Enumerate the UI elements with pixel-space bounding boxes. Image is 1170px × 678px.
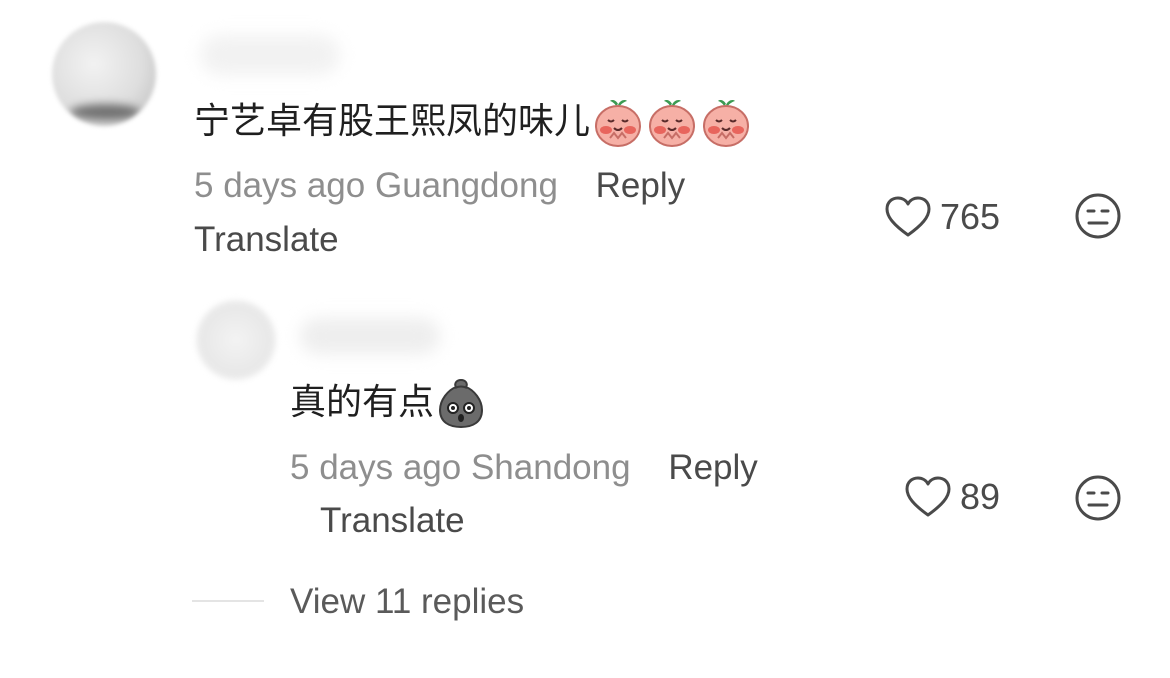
comment-text: 宁艺卓有股王熙凤的味儿 — [194, 96, 752, 148]
replier-username[interactable] — [300, 318, 440, 354]
replier-avatar[interactable] — [196, 300, 276, 380]
blushing-peach-icon — [649, 100, 696, 147]
reply-button[interactable]: Reply — [596, 166, 685, 205]
heart-icon — [905, 476, 951, 517]
dislike-face-icon[interactable] — [1074, 474, 1122, 522]
reply-translate-button[interactable]: Translate — [320, 501, 465, 541]
commenter-username[interactable] — [200, 35, 340, 75]
commenter-avatar[interactable] — [52, 22, 156, 126]
reply-like-button[interactable]: 89 — [904, 475, 1000, 519]
reply-like-count: 89 — [960, 476, 1001, 517]
view-replies-button[interactable]: View 11 replies — [290, 582, 524, 622]
like-button[interactable]: 765 — [884, 195, 1000, 239]
comment-meta: 5 days ago Guangdong Reply — [194, 166, 685, 206]
replies-divider — [192, 600, 264, 602]
reply-text: 真的有点 — [290, 376, 488, 430]
reply-to-reply-button[interactable]: Reply — [668, 448, 757, 487]
blushing-peach-icon — [595, 100, 642, 147]
translate-button[interactable]: Translate — [194, 220, 339, 260]
comment-timestamp-location: 5 days ago Guangdong — [194, 166, 558, 205]
shocked-bag-icon — [439, 378, 484, 429]
reply-meta: 5 days ago Shandong Reply — [290, 448, 758, 488]
dislike-face-icon[interactable] — [1074, 192, 1122, 240]
reply-body: 真的有点 — [290, 382, 435, 423]
comment-body: 宁艺卓有股王熙凤的味儿 — [194, 101, 591, 142]
reply-timestamp-location: 5 days ago Shandong — [290, 448, 631, 487]
blushing-peach-icon — [703, 100, 750, 147]
heart-icon — [885, 196, 931, 237]
like-count: 765 — [940, 196, 1001, 237]
